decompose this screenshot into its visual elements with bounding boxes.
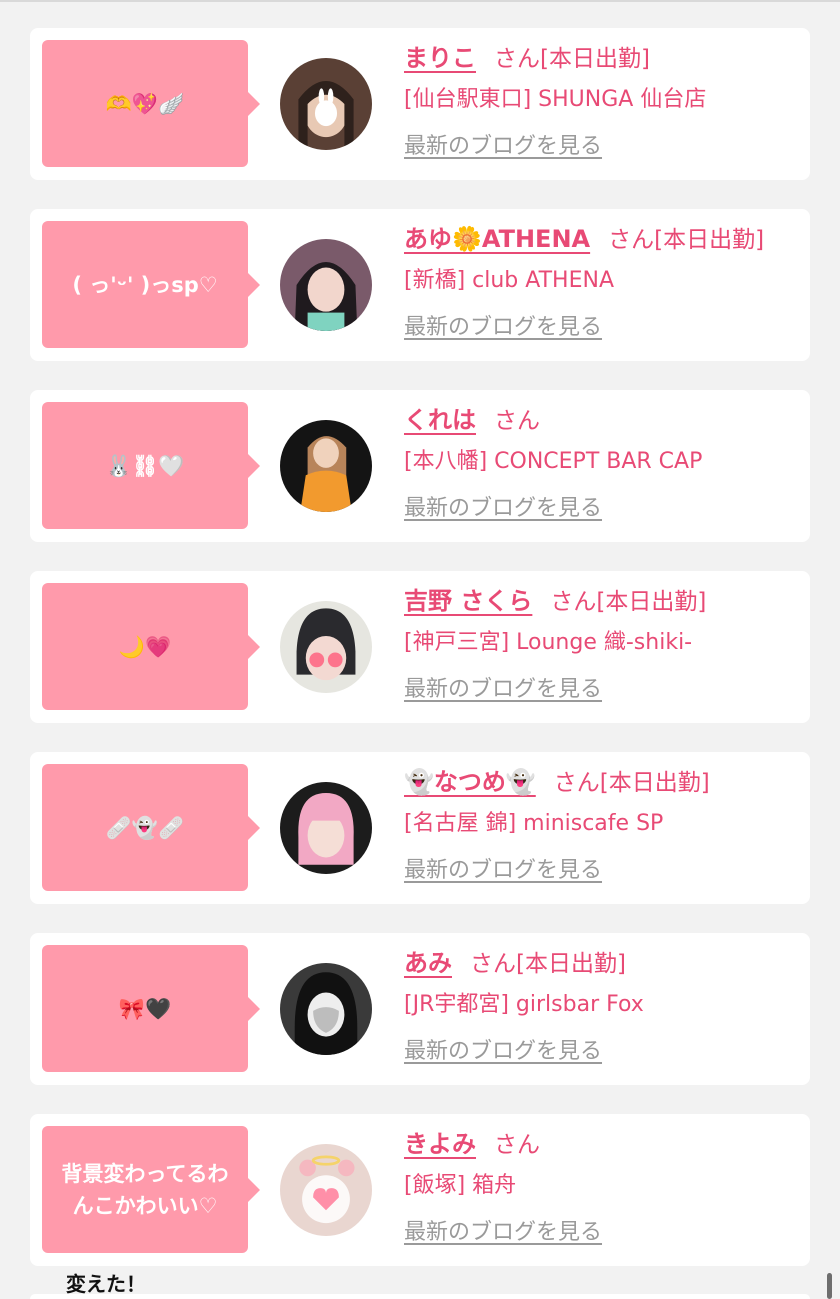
avatar[interactable]	[278, 961, 374, 1057]
cast-card: 🩹👻🩹 👻なつめ👻 さん[本日出勤] [名古屋 錦] miniscafe SP 最…	[30, 752, 810, 904]
message-text: 🐰⛓🤍	[105, 453, 185, 478]
avatar[interactable]	[278, 418, 374, 514]
scrollbar[interactable]	[827, 1273, 832, 1299]
avatar-photo-icon	[280, 601, 372, 693]
latest-blog-link[interactable]: 最新のブログを見る	[404, 1033, 602, 1065]
name-suffix: さん	[470, 951, 516, 977]
shop-name: [本八幡] CONCEPT BAR CAP	[404, 449, 703, 474]
status-label: [本日出勤]	[596, 589, 707, 615]
latest-blog-link[interactable]: 最新のブログを見る	[404, 490, 602, 522]
cast-card: 🐰⛓🤍 くれは さん [本八幡] CONCEPT BAR CAP 最新のブログを見…	[30, 390, 810, 542]
message-bubble: 🫶💖🪽	[42, 40, 260, 167]
cast-info: あみ さん[本日出勤] [JR宇都宮] girlsbar Fox 最新のブログを見…	[404, 943, 800, 1065]
cast-info: まりこ さん[本日出勤] [仙台駅東口] SHUNGA 仙台店 最新のブログを見る	[404, 38, 800, 160]
message-bubble: 🎀🖤	[42, 945, 260, 1072]
avatar[interactable]	[278, 1142, 374, 1238]
cast-name-link[interactable]: くれは	[404, 406, 476, 434]
avatar[interactable]	[278, 780, 374, 876]
cast-name-link[interactable]: 吉野 さくら	[404, 587, 532, 615]
name-suffix: さん	[494, 408, 540, 434]
shop-name: [仙台駅東口] SHUNGA 仙台店	[404, 87, 707, 112]
name-suffix: さん	[608, 227, 655, 253]
cast-info: 👻なつめ👻 さん[本日出勤] [名古屋 錦] miniscafe SP 最新のブロ…	[404, 762, 800, 884]
cast-card: 🌙💗 吉野 さくら さん[本日出勤] [神戸三宮] Lounge 織-shiki-…	[30, 571, 810, 723]
latest-blog-link[interactable]: 最新のブログを見る	[404, 852, 602, 884]
cast-info: きよみ さん [飯塚] 箱舟 最新のブログを見る	[404, 1124, 800, 1246]
latest-blog-link[interactable]: 最新のブログを見る	[404, 671, 602, 703]
message-text: 🫶💖🪽	[105, 91, 185, 116]
name-suffix: さん	[494, 1132, 540, 1158]
message-bubble: 🌙💗	[42, 583, 260, 710]
cast-card: 背景変わってるわ んこかわいい♡ きよみ さん [飯塚] 箱舟 最新のブログを見る	[30, 1114, 810, 1266]
name-suffix: さん	[550, 589, 597, 615]
status-label: [本日出勤]	[599, 770, 710, 796]
avatar[interactable]	[278, 56, 374, 152]
shop-name: [JR宇都宮] girlsbar Fox	[404, 992, 644, 1017]
top-divider	[0, 0, 840, 2]
status-label: [本日出勤]	[516, 951, 626, 977]
avatar-photo-icon	[280, 963, 372, 1055]
avatar-photo-icon	[280, 420, 372, 512]
name-suffix: さん	[553, 770, 600, 796]
message-bubble: ( っ'ᵕ' )っsp♡	[42, 221, 260, 348]
message-text: 背景変わってるわ んこかわいい♡	[61, 1161, 229, 1218]
status-label: [本日出勤]	[540, 46, 650, 72]
cast-name-link[interactable]: あゆ🌼ATHENA	[404, 225, 590, 253]
latest-blog-link[interactable]: 最新のブログを見る	[404, 309, 602, 341]
name-suffix: さん	[494, 46, 540, 72]
latest-blog-link[interactable]: 最新のブログを見る	[404, 1214, 602, 1246]
avatar[interactable]	[278, 599, 374, 695]
cast-info: くれは さん [本八幡] CONCEPT BAR CAP 最新のブログを見る	[404, 400, 800, 522]
message-text: 🎀🖤	[118, 996, 172, 1021]
message-text: ( っ'ᵕ' )っsp♡	[72, 272, 218, 297]
cast-name-link[interactable]: きよみ	[404, 1130, 476, 1158]
status-label: [本日出勤]	[654, 227, 765, 253]
message-bubble: 🐰⛓🤍	[42, 402, 260, 529]
avatar-photo-icon	[280, 1144, 372, 1236]
message-bubble: 🩹👻🩹	[42, 764, 260, 891]
avatar[interactable]	[278, 237, 374, 333]
cast-info: あゆ🌼ATHENA さん[本日出勤] [新橋] club ATHENA 最新のブロ…	[404, 219, 800, 341]
avatar-photo-icon	[280, 782, 372, 874]
shop-name: [新橋] club ATHENA	[404, 268, 614, 293]
message-text: 🌙💗	[118, 634, 172, 659]
cast-name-link[interactable]: 👻なつめ👻	[404, 768, 536, 796]
cast-name-link[interactable]: あみ	[404, 949, 452, 977]
shop-name: [名古屋 錦] miniscafe SP	[404, 811, 664, 836]
footer-caption: 変えた！	[66, 1272, 146, 1296]
shop-name: [飯塚] 箱舟	[404, 1173, 517, 1198]
avatar-photo-icon	[280, 58, 372, 150]
cast-card: 🎀🖤 あみ さん[本日出勤] [JR宇都宮] girlsbar Fox 最新のブロ…	[30, 933, 810, 1085]
cast-card: 🫶💖🪽 まりこ さん[本日出勤] [仙台駅東口] SHUNGA 仙台店 最新のブロ…	[30, 28, 810, 180]
message-bubble: 背景変わってるわ んこかわいい♡	[42, 1126, 260, 1253]
profile-list-page: 🫶💖🪽 まりこ さん[本日出勤] [仙台駅東口] SHUNGA 仙台店 最新のブロ…	[0, 0, 840, 1299]
latest-blog-link[interactable]: 最新のブログを見る	[404, 128, 602, 160]
shop-name: [神戸三宮] Lounge 織-shiki-	[404, 630, 693, 655]
avatar-photo-icon	[280, 239, 372, 331]
cast-card: ( っ'ᵕ' )っsp♡ あゆ🌼ATHENA さん[本日出勤] [新橋] club…	[30, 209, 810, 361]
message-text: 🩹👻🩹	[105, 815, 185, 840]
cast-name-link[interactable]: まりこ	[404, 44, 476, 72]
next-card-edge	[30, 1294, 810, 1299]
cast-info: 吉野 さくら さん[本日出勤] [神戸三宮] Lounge 織-shiki- 最新…	[404, 581, 800, 703]
